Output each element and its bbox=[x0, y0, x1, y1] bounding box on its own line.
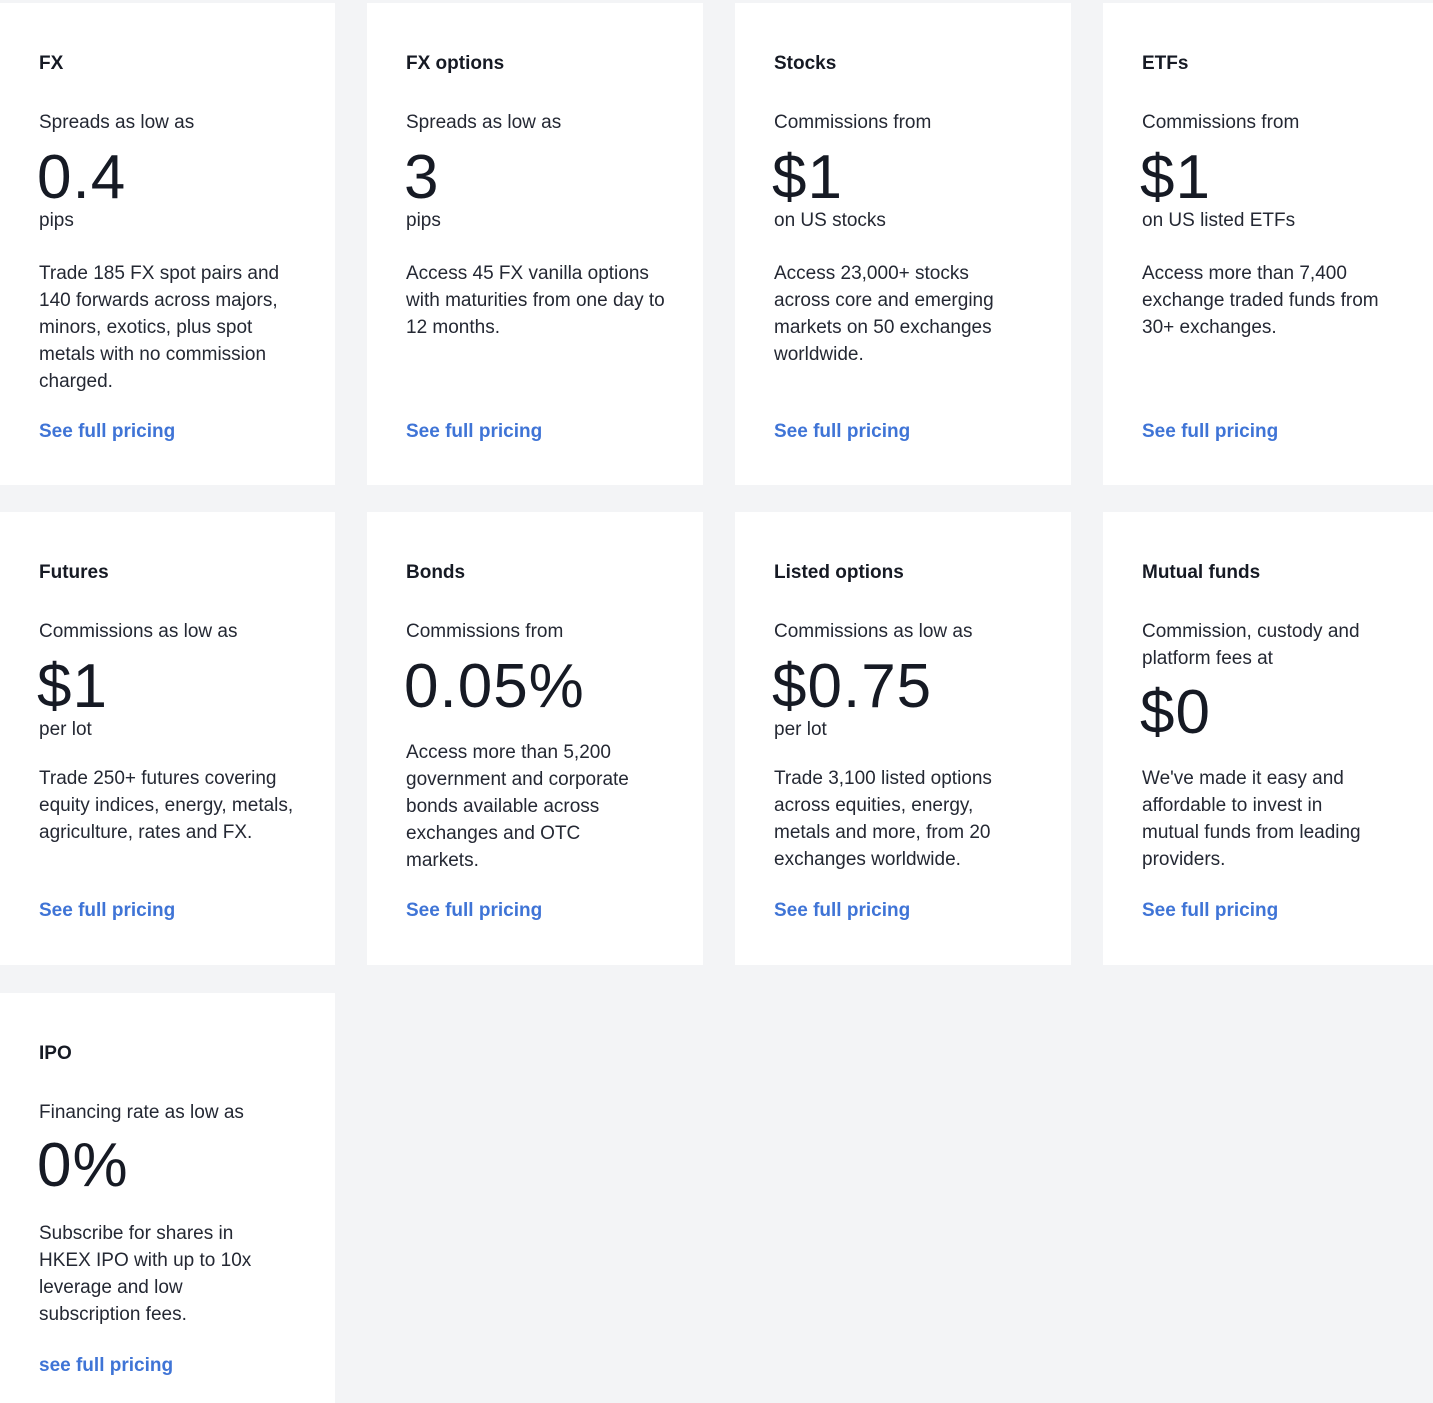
card-title: Mutual funds bbox=[1142, 562, 1261, 583]
card-label: Commissions as low as bbox=[39, 621, 238, 642]
pricing-card-mutual-funds: Mutual funds Commission, custody and pla… bbox=[1103, 512, 1433, 965]
card-price-value: 3 bbox=[404, 143, 440, 212]
card-label: Commissions from bbox=[406, 621, 564, 642]
card-description: Trade 3,100 listed options across equiti… bbox=[774, 768, 992, 870]
card-title: Bonds bbox=[406, 562, 466, 583]
see-full-pricing-link[interactable]: See full pricing bbox=[39, 900, 175, 922]
pricing-card-bonds: Bonds Commissions from 0.05% Access more… bbox=[367, 512, 703, 965]
card-price-value: $0 bbox=[1140, 678, 1211, 747]
card-title: FX options bbox=[406, 53, 505, 74]
card-label: Commission, custody and platform fees at bbox=[1142, 621, 1360, 669]
pricing-card-fx: FX Spreads as low as 0.4 pips Trade 185 … bbox=[0, 3, 335, 485]
card-description: Access more than 5,200 government and co… bbox=[406, 742, 629, 871]
card-price-value: 0.05% bbox=[404, 652, 585, 721]
card-label: Spreads as low as bbox=[39, 112, 195, 133]
card-price-unit: pips bbox=[406, 210, 441, 231]
see-full-pricing-link[interactable]: See full pricing bbox=[406, 421, 542, 443]
card-description: Access 23,000+ stocks across core and em… bbox=[774, 263, 994, 365]
card-title: IPO bbox=[39, 1043, 72, 1064]
card-label: Financing rate as low as bbox=[39, 1102, 244, 1123]
pricing-card-fx-options: FX options Spreads as low as 3 pips Acce… bbox=[367, 3, 703, 485]
see-full-pricing-link[interactable]: See full pricing bbox=[39, 421, 175, 443]
card-price-value: $1 bbox=[772, 143, 843, 212]
card-title: Futures bbox=[39, 562, 109, 583]
card-label: Commissions as low as bbox=[774, 621, 973, 642]
card-price-value: 0.4 bbox=[37, 143, 127, 212]
see-full-pricing-link[interactable]: See full pricing bbox=[774, 900, 910, 922]
card-description: Access more than 7,400 exchange traded f… bbox=[1142, 263, 1379, 338]
pricing-card-ipo: IPO Financing rate as low as 0% Subscrib… bbox=[0, 993, 335, 1403]
card-description: Access 45 FX vanilla options with maturi… bbox=[406, 263, 665, 338]
card-price-unit: pips bbox=[39, 210, 74, 231]
card-price-unit: per lot bbox=[774, 719, 827, 740]
pricing-card-futures: Futures Commissions as low as $1 per lot… bbox=[0, 512, 335, 965]
see-full-pricing-link[interactable]: See full pricing bbox=[1142, 421, 1278, 443]
card-label: Commissions from bbox=[1142, 112, 1300, 133]
card-price-value: $0.75 bbox=[772, 652, 933, 721]
card-price-value: $1 bbox=[1140, 143, 1211, 212]
card-price-unit: per lot bbox=[39, 719, 92, 740]
card-description: Subscribe for shares in HKEX IPO with up… bbox=[39, 1223, 252, 1325]
see-full-pricing-link[interactable]: See full pricing bbox=[774, 421, 910, 443]
card-price-value: $1 bbox=[37, 652, 108, 721]
card-price-value: 0% bbox=[37, 1131, 129, 1200]
see-full-pricing-link[interactable]: See full pricing bbox=[406, 900, 542, 922]
pricing-card-etfs: ETFs Commissions from $1 on US listed ET… bbox=[1103, 3, 1433, 485]
card-description: We've made it easy and affordable to inv… bbox=[1142, 768, 1361, 870]
card-title: FX bbox=[39, 53, 64, 74]
card-price-unit: on US stocks bbox=[774, 210, 886, 231]
card-description: Trade 250+ futures covering equity indic… bbox=[39, 768, 294, 843]
see-full-pricing-link[interactable]: see full pricing bbox=[39, 1355, 173, 1377]
pricing-card-stocks: Stocks Commissions from $1 on US stocks … bbox=[735, 3, 1071, 485]
card-description: Trade 185 FX spot pairs and 140 forwards… bbox=[39, 263, 280, 392]
pricing-card-listed-options: Listed options Commissions as low as $0.… bbox=[735, 512, 1071, 965]
card-title: Listed options bbox=[774, 562, 904, 583]
card-label: Commissions from bbox=[774, 112, 932, 133]
card-label: Spreads as low as bbox=[406, 112, 562, 133]
see-full-pricing-link[interactable]: See full pricing bbox=[1142, 900, 1278, 922]
card-title: Stocks bbox=[774, 53, 837, 74]
card-title: ETFs bbox=[1142, 53, 1189, 74]
card-price-unit: on US listed ETFs bbox=[1142, 210, 1296, 231]
